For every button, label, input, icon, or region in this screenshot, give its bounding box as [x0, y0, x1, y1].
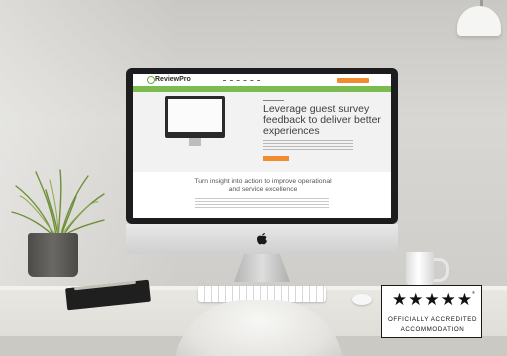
badge-line-accommodation: ACCOMMODATION [400, 326, 465, 333]
hero-headline: Leverage guest survey feedback to delive… [263, 103, 381, 137]
plant-leaves [11, 169, 105, 239]
hero-monitor-stand [189, 138, 201, 146]
website-logo: ReviewPro [155, 76, 191, 83]
photo-scene: ReviewPro ▬ ▬ ▬ ▬ ▬ ▬ ▬▬▬▬▬▬▬ Leverage g… [0, 0, 507, 356]
apple-logo-icon [257, 232, 267, 245]
hero-body-text [263, 140, 353, 152]
logo-ring-icon [147, 76, 155, 84]
mug [406, 252, 434, 286]
website-header-cta [337, 78, 369, 83]
registered-mark: ® [472, 290, 475, 295]
badge-line-officially-accredited: OFFICIALLY ACCREDITED [387, 316, 478, 323]
mouse [352, 294, 372, 305]
accreditation-badge: ★★★★★ ® OFFICIALLY ACCREDITED ACCOMMODAT… [381, 285, 482, 338]
mug-handle [432, 258, 449, 282]
hero-eyebrow: ▬▬▬▬▬▬▬ [263, 98, 284, 102]
website-nav: ▬ ▬ ▬ ▬ ▬ ▬ [223, 78, 261, 82]
hero-cta-button [263, 156, 289, 161]
hero-monitor-screen [168, 99, 222, 132]
five-stars-icon: ★★★★★ [391, 290, 474, 309]
section-subheadline: Turn insight into action to improve oper… [194, 178, 332, 193]
plant-pot [28, 233, 78, 277]
section-body-text [195, 198, 329, 208]
monitor-screen: ReviewPro ▬ ▬ ▬ ▬ ▬ ▬ ▬▬▬▬▬▬▬ Leverage g… [133, 74, 391, 218]
